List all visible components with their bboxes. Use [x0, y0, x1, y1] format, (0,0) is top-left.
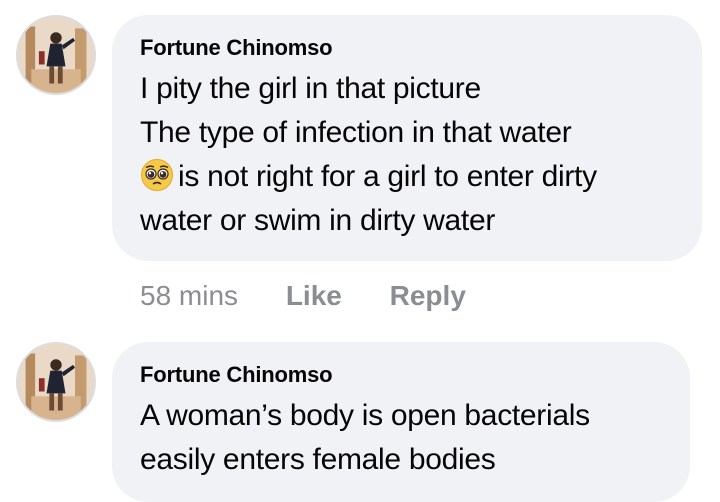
profile-photo-icon: [18, 344, 94, 420]
comment-author[interactable]: Fortune Chinomso: [140, 362, 662, 388]
comment: Fortune Chinomso A woman’s body is open …: [0, 0, 720, 502]
comment-bubble: Fortune Chinomso A woman’s body is open …: [112, 342, 690, 502]
avatar[interactable]: [16, 342, 96, 422]
comment-text-line: A woman’s body is open bacterials: [140, 399, 590, 432]
comment-text-line: easily enters female bodies: [140, 443, 496, 476]
